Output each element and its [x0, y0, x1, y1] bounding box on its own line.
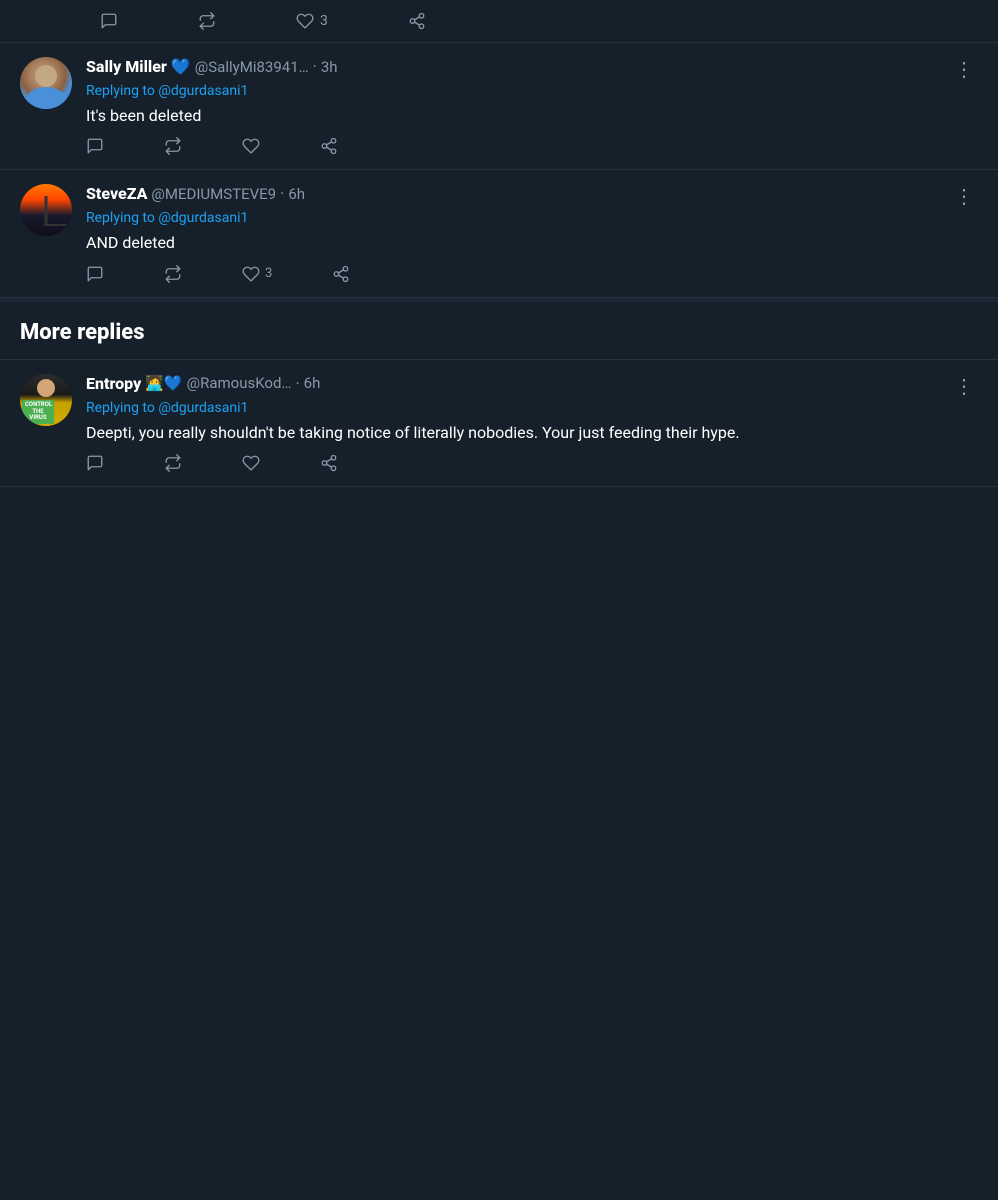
separator-sally: ·	[313, 57, 317, 76]
user-handle-entropy: @RamousKod…	[187, 374, 292, 392]
retweet-action-entropy[interactable]	[164, 454, 182, 472]
separator-entropy: ·	[295, 374, 299, 393]
retweet-action-top[interactable]	[198, 12, 216, 30]
separator-steveza: ·	[280, 184, 284, 203]
tweet-actions-sally	[86, 137, 978, 155]
tweet-actions-steveza: 3	[86, 265, 978, 283]
user-name-steveza: SteveZA	[86, 184, 147, 203]
reply-action-steveza[interactable]	[86, 265, 104, 283]
share-action-entropy[interactable]	[320, 454, 338, 472]
reply-to-entropy: Replying to @dgurdasani1	[86, 400, 978, 416]
tweet-header-steveza: SteveZA @MEDIUMSTEVE9 · 6h ⋮	[86, 184, 978, 208]
tweet-text-sally: It's been deleted	[86, 105, 978, 127]
tweet-time-sally: 3h	[321, 58, 338, 76]
more-options-steveza[interactable]: ⋮	[950, 184, 978, 208]
reply-to-sally: Replying to @dgurdasani1	[86, 83, 978, 99]
tweet-header-left-entropy: Entropy 🧑‍💻💙 @RamousKod… · 6h	[86, 374, 320, 393]
like-count-steveza: 3	[265, 266, 272, 281]
share-action-steveza[interactable]	[332, 265, 350, 283]
tweet-content-steveza: SteveZA @MEDIUMSTEVE9 · 6h ⋮ Replying to…	[86, 184, 978, 282]
replying-to-label-sally: Replying to	[86, 83, 155, 99]
reply-to-steveza: Replying to @dgurdasani1	[86, 210, 978, 226]
replying-to-label-steveza: Replying to	[86, 210, 155, 226]
like-action-top[interactable]: 3	[296, 12, 328, 30]
tweet-header-left-steveza: SteveZA @MEDIUMSTEVE9 · 6h	[86, 184, 305, 203]
reply-action-top[interactable]	[100, 12, 118, 30]
like-action-steveza[interactable]: 3	[242, 265, 272, 283]
more-replies-section: More replies	[0, 298, 998, 360]
tweet-content-sally: Sally Miller 💙 @SallyMi83941… · 3h ⋮ Rep…	[86, 57, 978, 155]
more-options-sally[interactable]: ⋮	[950, 57, 978, 81]
tweet-content-entropy: Entropy 🧑‍💻💙 @RamousKod… · 6h ⋮ Replying…	[86, 374, 978, 472]
reply-to-handle-steveza[interactable]: @dgurdasani1	[158, 210, 248, 226]
replying-to-label-entropy: Replying to	[86, 400, 155, 416]
tweet-header-entropy: Entropy 🧑‍💻💙 @RamousKod… · 6h ⋮	[86, 374, 978, 398]
user-name-entropy: Entropy	[86, 374, 141, 393]
reply-to-handle-sally[interactable]: @dgurdasani1	[158, 83, 248, 99]
control-virus-label: CONTROL THE VIRUS	[22, 400, 54, 424]
tweet-text-entropy: Deepti, you really shouldn't be taking n…	[86, 422, 978, 444]
user-handle-sally: @SallyMi83941…	[195, 58, 309, 76]
tweet-header-sally: Sally Miller 💙 @SallyMi83941… · 3h ⋮	[86, 57, 978, 81]
tweet-steveza: SteveZA @MEDIUMSTEVE9 · 6h ⋮ Replying to…	[0, 170, 998, 297]
retweet-action-sally[interactable]	[164, 137, 182, 155]
avatar-entropy: CONTROL THE VIRUS	[20, 374, 72, 426]
tweet-time-entropy: 6h	[304, 374, 321, 392]
like-action-sally[interactable]	[242, 137, 260, 155]
retweet-action-steveza[interactable]	[164, 265, 182, 283]
user-name-sally: Sally Miller	[86, 57, 167, 76]
reply-action-sally[interactable]	[86, 137, 104, 155]
like-action-entropy[interactable]	[242, 454, 260, 472]
more-replies-title: More replies	[20, 320, 978, 345]
tweet-entropy: CONTROL THE VIRUS Entropy 🧑‍💻💙 @RamousKo…	[0, 360, 998, 487]
tweet-header-left-sally: Sally Miller 💙 @SallyMi83941… · 3h	[86, 57, 338, 76]
avatar-steveza	[20, 184, 72, 236]
tweet-actions-entropy	[86, 454, 978, 472]
more-options-entropy[interactable]: ⋮	[950, 374, 978, 398]
share-action-sally[interactable]	[320, 137, 338, 155]
reply-to-handle-entropy[interactable]: @dgurdasani1	[158, 400, 248, 416]
tweet-time-steveza: 6h	[288, 185, 305, 203]
reply-action-entropy[interactable]	[86, 454, 104, 472]
user-handle-steveza: @MEDIUMSTEVE9	[151, 185, 276, 203]
user-emojis-entropy: 🧑‍💻💙	[145, 374, 182, 392]
avatar-sally	[20, 57, 72, 109]
tweet-sally: Sally Miller 💙 @SallyMi83941… · 3h ⋮ Rep…	[0, 43, 998, 170]
like-count-top: 3	[320, 13, 328, 29]
verified-badge-sally: 💙	[171, 57, 191, 76]
top-tweet-actions: 3	[0, 0, 998, 43]
tweet-text-steveza: AND deleted	[86, 232, 978, 254]
share-action-top[interactable]	[408, 12, 426, 30]
